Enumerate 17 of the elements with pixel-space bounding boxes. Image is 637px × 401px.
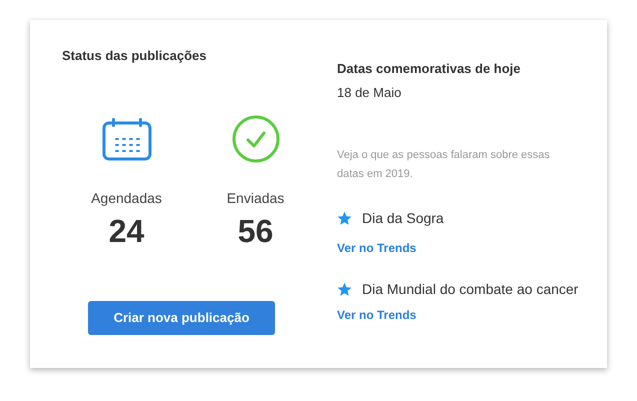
stat-label: Enviadas bbox=[226, 188, 284, 208]
stat-value: 24 bbox=[108, 212, 144, 250]
description-text: Veja o que as pessoas falaram sobre essas datas em 2019. bbox=[337, 148, 551, 182]
stat-label: Agendadas bbox=[91, 188, 162, 208]
section-title: Datas comemorativas de hoje bbox=[337, 60, 522, 78]
stat-value: 56 bbox=[238, 212, 274, 250]
trends-link[interactable]: Ver no Trends bbox=[337, 239, 416, 257]
star-icon bbox=[337, 211, 352, 226]
calendar-icon bbox=[102, 116, 152, 160]
check-circle-icon bbox=[232, 114, 280, 162]
create-post-button[interactable]: Criar nova publicação bbox=[88, 300, 275, 334]
date-text: 18 de Maio bbox=[337, 84, 402, 102]
section-title: Status das publicações bbox=[62, 47, 206, 65]
event-name: Dia da Sogra bbox=[362, 209, 444, 228]
event-name: Dia Mundial do combate ao cancer bbox=[362, 280, 578, 299]
star-icon bbox=[337, 282, 352, 297]
trends-link[interactable]: Ver no Trends bbox=[337, 306, 416, 324]
